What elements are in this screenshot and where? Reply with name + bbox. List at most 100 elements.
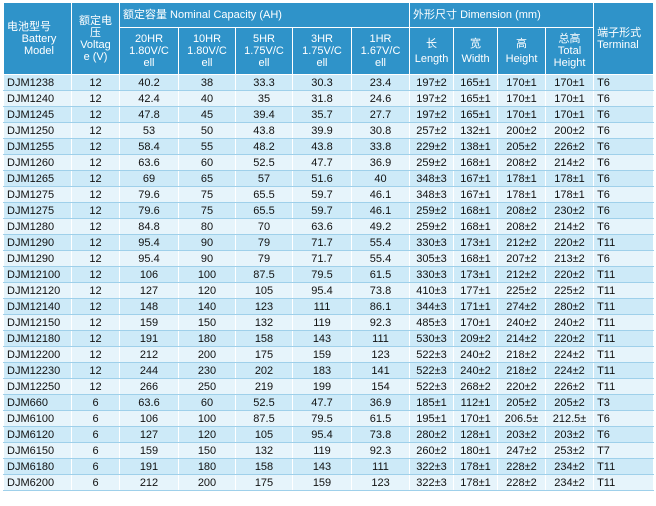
cell-width: 171±1 <box>453 298 499 315</box>
cell-cap-1hr: 55.4 <box>350 250 411 267</box>
cell-cap-10hr: 40 <box>178 90 236 107</box>
table-row: DJM6150 6 159 150 132 119 92.3 260±2 180±1 247±2 2… <box>3 442 655 459</box>
cell-terminal: T6 <box>593 426 655 443</box>
cell-cap-5hr: 43.8 <box>235 122 293 139</box>
cell-voltage: 12 <box>71 250 120 267</box>
cell-length: 330±3 <box>409 234 455 251</box>
cell-length: 344±3 <box>409 298 455 315</box>
cell-model: DJM12250 <box>3 378 72 395</box>
table-row: DJM12200 12 212 200 175 159 123 522±3 240±2 218±2… <box>3 346 655 363</box>
cell-height: 218±2 <box>497 346 547 363</box>
cell-voltage: 12 <box>71 346 120 363</box>
cell-cap-3hr: 143 <box>292 330 352 347</box>
cell-voltage: 6 <box>71 458 120 475</box>
cell-length: 197±2 <box>409 90 455 107</box>
cell-voltage: 12 <box>71 234 120 251</box>
header-width: 宽 Width <box>453 27 499 75</box>
table-row: DJM6100 6 106 100 87.5 79.5 61.5 195±1 170±1 206.… <box>3 410 655 427</box>
cell-cap-3hr: 159 <box>292 346 352 363</box>
cell-total-height: 220±2 <box>545 330 595 347</box>
cell-cap-20hr: 212 <box>119 346 179 363</box>
cell-length: 260±2 <box>409 442 455 459</box>
cell-length: 229±2 <box>409 138 455 155</box>
cell-terminal: T11 <box>593 378 655 395</box>
cell-width: 128±1 <box>453 426 499 443</box>
cell-height: 225±2 <box>497 282 547 299</box>
cell-cap-10hr: 65 <box>178 170 236 187</box>
cell-cap-1hr: 36.9 <box>350 394 411 411</box>
cell-terminal: T11 <box>593 458 655 475</box>
header-capacity-5hr: 5HR 1.75V/C ell <box>235 27 293 75</box>
cell-model: DJM12200 <box>3 346 72 363</box>
cell-cap-3hr: 119 <box>292 314 352 331</box>
cell-model: DJM12100 <box>3 266 72 283</box>
table-row: DJM1260 12 63.6 60 52.5 47.7 36.9 259±2 168±1 208… <box>3 154 655 171</box>
cell-terminal: T3 <box>593 394 655 411</box>
cell-width: 268±2 <box>453 378 499 395</box>
cell-cap-5hr: 57 <box>235 170 293 187</box>
cell-cap-5hr: 175 <box>235 346 293 363</box>
cell-model: DJM6100 <box>3 410 72 427</box>
cell-cap-10hr: 60 <box>178 394 236 411</box>
cell-cap-1hr: 111 <box>350 330 411 347</box>
cell-cap-10hr: 90 <box>178 250 236 267</box>
cell-cap-10hr: 75 <box>178 202 236 219</box>
cell-cap-3hr: 95.4 <box>292 282 352 299</box>
cell-cap-3hr: 71.7 <box>292 234 352 251</box>
cell-cap-1hr: 55.4 <box>350 234 411 251</box>
cell-width: 165±1 <box>453 90 499 107</box>
cell-height: 274±2 <box>497 298 547 315</box>
cell-voltage: 12 <box>71 362 120 379</box>
header-capacity-3hr: 3HR 1.75V/C ell <box>292 27 352 75</box>
cell-cap-5hr: 79 <box>235 234 293 251</box>
table-row: DJM12120 12 127 120 105 95.4 73.8 410±3 177±1 225… <box>3 282 655 299</box>
cell-cap-5hr: 65.5 <box>235 202 293 219</box>
table-row: DJM12100 12 106 100 87.5 79.5 61.5 330±3 173±1 21… <box>3 266 655 283</box>
cell-cap-1hr: 27.7 <box>350 106 411 123</box>
cell-cap-3hr: 47.7 <box>292 394 352 411</box>
cell-terminal: T6 <box>593 250 655 267</box>
cell-cap-3hr: 47.7 <box>292 154 352 171</box>
table-row: DJM1238 12 40.2 38 33.3 30.3 23.4 197±2 165±1 170… <box>3 74 655 91</box>
cell-width: 170±1 <box>453 314 499 331</box>
header-capacity-20hr: 20HR 1.80V/C ell <box>119 27 179 75</box>
cell-cap-20hr: 69 <box>119 170 179 187</box>
cell-cap-1hr: 33.8 <box>350 138 411 155</box>
cell-width: 132±1 <box>453 122 499 139</box>
cell-cap-10hr: 150 <box>178 314 236 331</box>
cell-cap-20hr: 63.6 <box>119 154 179 171</box>
cell-cap-3hr: 119 <box>292 442 352 459</box>
table-row: DJM660 6 63.6 60 52.5 47.7 36.9 185±1 112±1 205±2… <box>3 394 655 411</box>
cell-model: DJM12140 <box>3 298 72 315</box>
cell-cap-5hr: 65.5 <box>235 186 293 203</box>
cell-height: 205±2 <box>497 394 547 411</box>
table-row: DJM1255 12 58.4 55 48.2 43.8 33.8 229±2 138±1 205… <box>3 138 655 155</box>
cell-cap-10hr: 45 <box>178 106 236 123</box>
cell-total-height: 230±2 <box>545 202 595 219</box>
cell-length: 410±3 <box>409 282 455 299</box>
cell-length: 280±2 <box>409 426 455 443</box>
header-capacity-1hr: 1HR 1.67V/C ell <box>350 27 411 75</box>
cell-cap-20hr: 106 <box>119 266 179 283</box>
cell-height: 203±2 <box>497 426 547 443</box>
table-row: DJM1275 12 79.6 75 65.5 59.7 46.1 348±3 167±1 178… <box>3 186 655 203</box>
cell-height: 220±2 <box>497 378 547 395</box>
cell-width: 168±1 <box>453 250 499 267</box>
cell-cap-20hr: 95.4 <box>119 234 179 251</box>
cell-cap-20hr: 266 <box>119 378 179 395</box>
cell-height: 228±2 <box>497 474 547 491</box>
cell-cap-1hr: 73.8 <box>350 282 411 299</box>
cell-terminal: T6 <box>593 186 655 203</box>
header-model: 电池型号 Battery Model <box>3 2 72 75</box>
cell-cap-1hr: 49.2 <box>350 218 411 235</box>
cell-cap-1hr: 61.5 <box>350 410 411 427</box>
cell-voltage: 6 <box>71 394 120 411</box>
cell-cap-5hr: 87.5 <box>235 266 293 283</box>
cell-voltage: 12 <box>71 154 120 171</box>
cell-total-height: 226±2 <box>545 138 595 155</box>
cell-total-height: 203±2 <box>545 426 595 443</box>
cell-cap-1hr: 61.5 <box>350 266 411 283</box>
cell-cap-20hr: 42.4 <box>119 90 179 107</box>
cell-cap-20hr: 212 <box>119 474 179 491</box>
cell-total-height: 178±1 <box>545 170 595 187</box>
